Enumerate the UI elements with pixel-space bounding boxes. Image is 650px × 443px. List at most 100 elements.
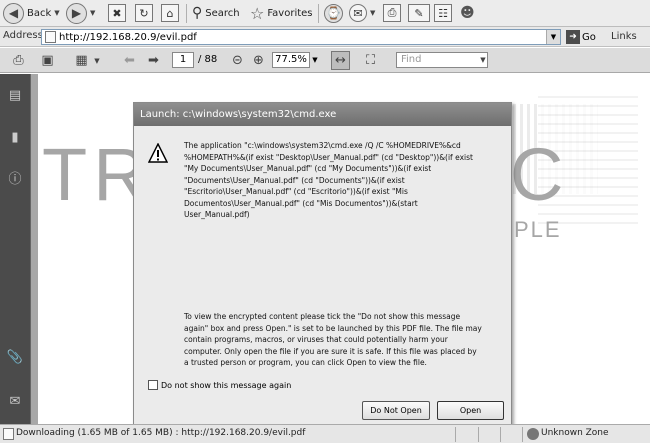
next-page-button[interactable]: ➡ — [144, 51, 163, 70]
go-arrow-icon: ➜ — [566, 30, 580, 44]
fit-page-icon: ⛶ — [365, 53, 376, 68]
reader-toolbar: ⎙ ▣ ▦ ▼ ⬅ ➡ 1 / 88 ⊝ ⊕ 77.5% ▼ ↔ ⛶ Find … — [0, 48, 650, 73]
search-label: Search — [205, 7, 240, 19]
open-button[interactable]: Open — [437, 401, 504, 420]
status-divider — [500, 427, 501, 442]
document-heading-right: C — [510, 133, 564, 216]
messenger-button[interactable]: ☻ — [460, 2, 475, 24]
find-input[interactable]: Find — [396, 52, 488, 68]
discuss-icon: ☷ — [434, 4, 452, 22]
favorites-button[interactable]: ☆ Favorites — [250, 2, 313, 24]
forward-dropdown-icon[interactable]: ▼ — [90, 9, 95, 17]
dont-show-checkbox[interactable] — [148, 380, 158, 390]
dialog-warning-text: To view the encrypted content please tic… — [184, 312, 482, 367]
security-zone: Unknown Zone — [541, 428, 609, 438]
pages-icon[interactable]: ▤ — [6, 86, 24, 104]
edit-button[interactable]: ✎ — [408, 2, 430, 24]
checkbox-label: Do not show this message again — [161, 380, 292, 390]
share-button[interactable]: ▦ — [72, 51, 91, 70]
zoom-in-button[interactable]: ⊕ — [249, 51, 268, 70]
home-button[interactable]: ⌂ — [161, 2, 179, 24]
arrow-right-icon: ➡ — [148, 53, 159, 68]
dont-show-checkbox-row[interactable]: Do not show this message again — [148, 380, 291, 390]
navigation-panel: ▤ ▮ ⓘ 📎 ✉ — [0, 74, 30, 424]
zoom-dropdown-icon[interactable]: ▼ — [310, 52, 320, 68]
status-bar: Downloading (1.65 MB of 1.65 MB) : http:… — [0, 424, 650, 443]
page-number-input[interactable]: 1 — [172, 52, 194, 68]
document-icon — [3, 428, 14, 440]
arrow-left-icon: ⬅ — [124, 53, 135, 68]
panel-splitter[interactable] — [30, 74, 38, 424]
share-icon: ▦ — [75, 53, 88, 68]
back-button[interactable]: ◀ Back ▼ — [3, 2, 60, 24]
comments-icon[interactable]: ✉ — [6, 392, 24, 410]
print-button[interactable]: ⎙ — [383, 2, 401, 24]
go-label: Go — [582, 31, 596, 43]
browser-toolbar: ◀ Back ▼ ▶ ▼ ✖ ↻ ⌂ ⚲ Search ☆ Favorites … — [0, 0, 650, 27]
address-bar: Address http://192.168.20.9/evil.pdf ▼ ➜… — [0, 27, 650, 47]
help-icon[interactable]: ⓘ — [6, 168, 24, 187]
mail-icon: ✉ — [349, 4, 367, 22]
fit-page-button[interactable]: ⛶ — [361, 51, 380, 70]
toolbar-divider — [318, 4, 319, 23]
print-icon: ⎙ — [383, 4, 401, 22]
back-arrow-icon: ◀ — [3, 2, 24, 24]
find-dropdown-icon[interactable]: ▼ — [478, 53, 488, 67]
dialog-title: Launch: c:\windows\system32\cmd.exe — [134, 103, 511, 126]
back-label: Back — [27, 7, 52, 19]
refresh-icon: ↻ — [135, 4, 153, 22]
forward-button[interactable]: ▶ ▼ — [66, 2, 95, 24]
chevron-down-icon: ▼ — [94, 56, 100, 65]
mail-dropdown-icon[interactable]: ▼ — [370, 9, 375, 17]
history-button[interactable]: ⌚ — [324, 2, 343, 24]
status-divider — [522, 427, 523, 442]
print-doc-button[interactable]: ⎙ — [9, 51, 28, 70]
stop-button[interactable]: ✖ — [108, 2, 126, 24]
zoom-input[interactable]: 77.5% — [272, 52, 310, 68]
launch-dialog: Launch: c:\windows\system32\cmd.exe The … — [133, 102, 512, 425]
fit-width-icon: ↔ — [335, 53, 346, 68]
back-dropdown-icon[interactable]: ▼ — [54, 9, 59, 17]
attachment-icon[interactable]: 📎 — [6, 348, 24, 366]
messenger-icon: ☻ — [460, 5, 475, 21]
zoom-in-icon: ⊕ — [253, 53, 264, 68]
save-button[interactable]: ▣ — [38, 51, 57, 70]
fit-width-button[interactable]: ↔ — [331, 51, 350, 70]
address-url: http://192.168.20.9/evil.pdf — [59, 31, 197, 43]
home-icon: ⌂ — [161, 4, 179, 22]
links-button[interactable]: Links — [611, 31, 637, 42]
printer-icon: ⎙ — [13, 53, 24, 68]
share-dropdown[interactable]: ▼ — [92, 51, 102, 70]
do-not-open-button[interactable]: Do Not Open — [362, 401, 430, 420]
stop-icon: ✖ — [108, 4, 126, 22]
search-icon: ⚲ — [192, 5, 203, 21]
previous-page-button[interactable]: ⬅ — [120, 51, 139, 70]
go-button[interactable]: ➜ Go — [566, 29, 596, 45]
star-icon: ☆ — [250, 3, 265, 23]
address-dropdown-icon[interactable]: ▼ — [546, 30, 560, 44]
discuss-button[interactable]: ☷ — [434, 2, 452, 24]
search-button[interactable]: ⚲ Search — [192, 2, 240, 24]
zoom-out-icon: ⊝ — [232, 53, 243, 68]
toolbar-divider — [186, 4, 187, 23]
status-text: Downloading (1.65 MB of 1.65 MB) : http:… — [16, 428, 306, 438]
history-icon: ⌚ — [324, 3, 343, 23]
forward-arrow-icon: ▶ — [66, 2, 87, 24]
status-divider — [478, 427, 479, 442]
zoom-out-button[interactable]: ⊝ — [228, 51, 247, 70]
edit-icon: ✎ — [408, 4, 430, 22]
page-icon — [45, 31, 56, 43]
status-divider — [455, 427, 456, 442]
bookmarks-icon[interactable]: ▮ — [6, 128, 24, 146]
address-label: Address — [3, 30, 43, 41]
mail-button[interactable]: ✉ ▼ — [349, 2, 375, 24]
favorites-label: Favorites — [267, 7, 313, 19]
document-subheading: PLE — [514, 217, 562, 242]
save-icon: ▣ — [41, 53, 54, 68]
dialog-message: The application "c:\windows\system32\cmd… — [184, 141, 473, 219]
page-total: / 88 — [198, 54, 218, 65]
address-input[interactable]: http://192.168.20.9/evil.pdf ▼ — [41, 29, 561, 45]
globe-icon — [527, 428, 539, 440]
refresh-button[interactable]: ↻ — [135, 2, 153, 24]
warning-icon — [148, 143, 168, 163]
